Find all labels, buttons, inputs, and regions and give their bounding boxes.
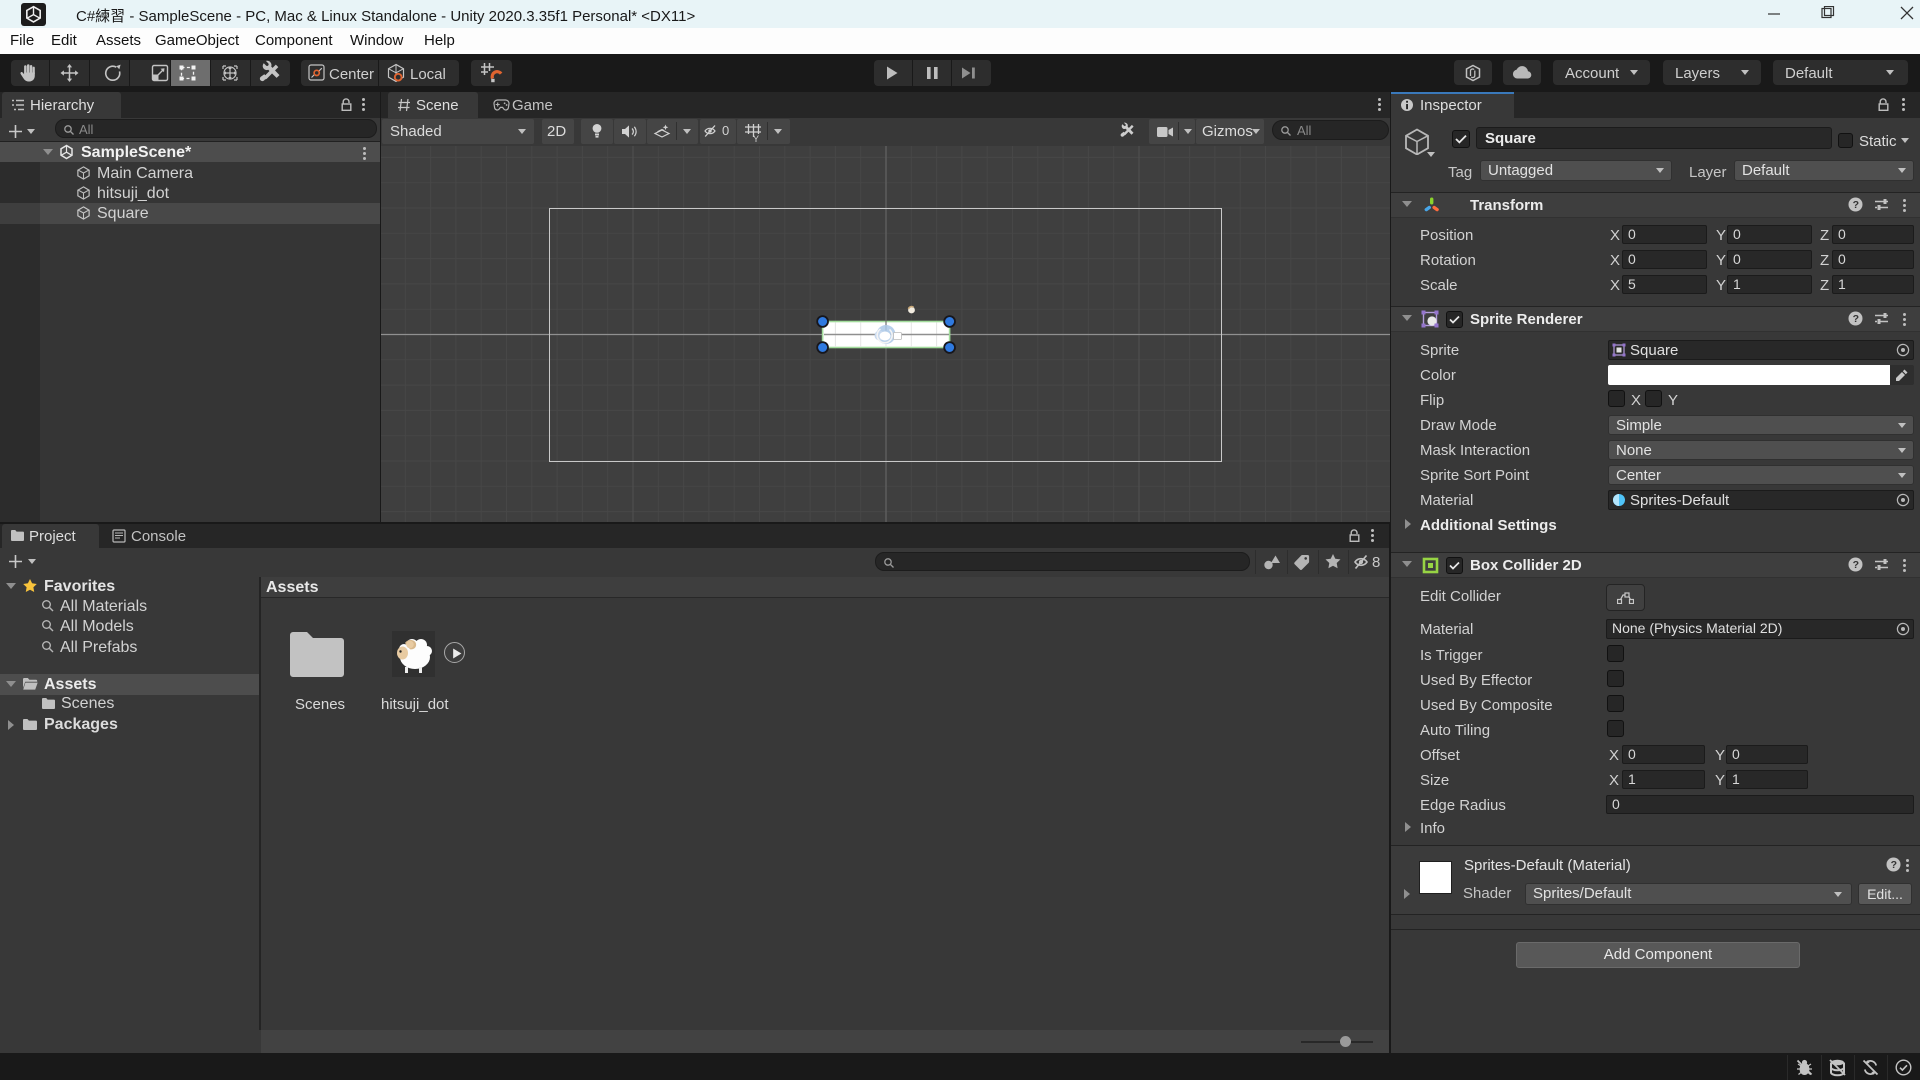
svg-text:?: ? xyxy=(1853,199,1859,211)
svg-text:?: ? xyxy=(1853,313,1859,325)
svg-text:?: ? xyxy=(1853,559,1859,571)
svg-text:?: ? xyxy=(1891,859,1897,871)
